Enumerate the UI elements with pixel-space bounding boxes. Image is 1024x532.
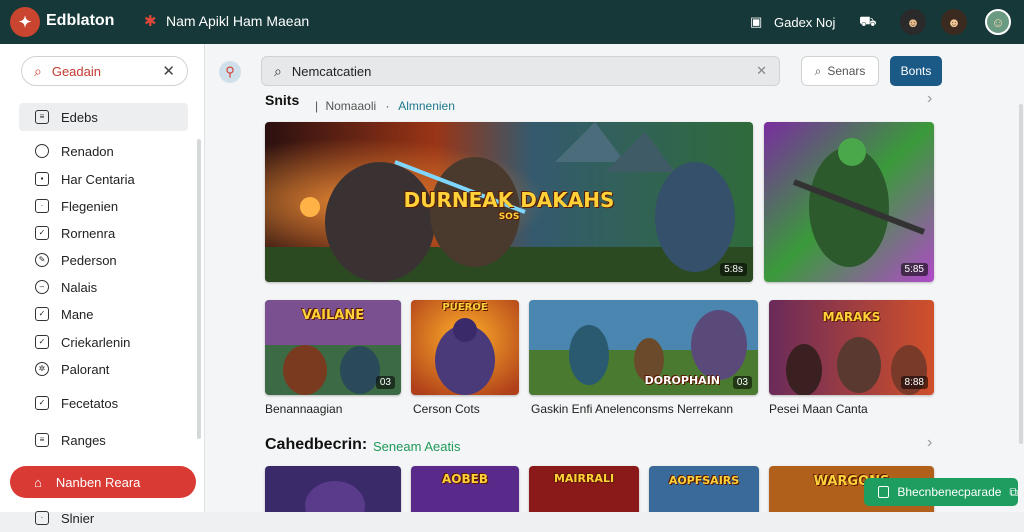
sidebar-item-7[interactable]: ✓ Mane [19, 300, 188, 328]
side-hero-card[interactable]: 5:85 [764, 122, 934, 282]
cart-icon[interactable]: ⛟ [859, 0, 877, 44]
user-avatar-2[interactable]: ☻ [941, 0, 967, 44]
main-header: ⚲ ⌕ Nemcatcatien ✕ ⌕ Senars Bonts [205, 44, 1024, 100]
duration-badge: 5:85 [900, 263, 928, 276]
sidebar-item-10[interactable]: ✓ Fecetatos [19, 389, 188, 417]
game-art-r2-0 [265, 466, 401, 512]
duration-badge: 03 [732, 376, 752, 389]
sidebar-scrollbar[interactable] [197, 139, 201, 439]
breadcrumb: | Nomaaoli · Almnenien [315, 99, 455, 113]
sidebar: ⌕ Geadain ✕ ≡ Edebs Renadon ▪ Har Centaria… [0, 44, 205, 526]
game-art-title: AOBEB [442, 472, 488, 486]
game-card-2[interactable]: DOROPHAIN 03 [529, 300, 758, 395]
chevron-right-icon[interactable]: › [927, 434, 932, 452]
sidebar-item-2[interactable]: ▪ Har Centaria [19, 165, 188, 193]
game-art-title: MARAKS [822, 310, 881, 324]
minus-icon: – [35, 280, 49, 294]
game-art-title: AOPFSAIRS [668, 474, 740, 487]
game-art-r2-3 [649, 466, 759, 512]
brand-logo-icon[interactable]: ✦ [10, 7, 40, 37]
sidebar-search-input[interactable]: ⌕ Geadain ✕ [21, 56, 188, 86]
section-link[interactable]: Seneam Aeatis [373, 439, 460, 454]
search-icon: ⌕ [814, 63, 822, 78]
side-hero-art [764, 122, 934, 282]
game-title[interactable]: Pesei Maan Canta [769, 402, 868, 416]
game-title[interactable]: Gaskin Enfi Anelenconsms Nerrekann [531, 402, 733, 416]
sidebar-item-1[interactable]: Renadon [19, 137, 188, 165]
sidebar-item-bottom[interactable]: · Slnier [19, 504, 188, 532]
close-icon[interactable]: ✕ [162, 62, 175, 80]
game-card-3[interactable]: MARAKS 8:88 [769, 300, 934, 395]
game-title[interactable]: Benannaagian [265, 402, 342, 416]
notify-icon[interactable]: ▣ [750, 0, 762, 44]
check-icon: ✓ [35, 396, 49, 410]
main-search-value[interactable]: Nemcatcatien [292, 64, 371, 79]
sidebar-item-8[interactable]: ✓ Criekarlenin [19, 328, 188, 356]
game-card-r2-1[interactable]: AOBEB [411, 466, 519, 512]
flame-icon: ✱ [144, 13, 157, 30]
game-title[interactable]: Cerson Cots [413, 402, 480, 416]
game-card-r2-3[interactable]: AOPFSAIRS [649, 466, 759, 512]
gear-icon: ✲ [35, 362, 49, 376]
section-title: Snits [265, 92, 300, 108]
game-card-r2-2[interactable]: MAIRRALI [529, 466, 639, 512]
chat-icon [35, 144, 49, 158]
check-icon: ✓ [35, 335, 49, 349]
square-icon: · [35, 199, 49, 213]
user-avatar-1[interactable]: ☻ [900, 0, 926, 44]
main-search-input[interactable]: ⌕ Nemcatcatien ✕ [261, 56, 780, 86]
secondary-search-button[interactable]: ⌕ Senars [801, 56, 879, 86]
toast-notification[interactable]: Bhecnbenecparade ⧉ [864, 478, 1018, 506]
game-art-title: VAILANE [301, 308, 365, 323]
clear-icon[interactable]: ✕ [756, 63, 767, 79]
gear-icon: · [35, 511, 49, 525]
magnifier-icon[interactable]: ⚲ [219, 61, 241, 83]
hero-art-title: DURNEAK DAKAHS [403, 188, 615, 212]
game-card-r2-0[interactable] [265, 466, 401, 512]
game-card-0[interactable]: VAILANE 03 [265, 300, 401, 395]
sidebar-item-5[interactable]: ✎ Pederson [19, 246, 188, 274]
tag-icon: ✓ [35, 307, 49, 321]
game-art-title: DOROPHAIN [644, 374, 720, 387]
sidebar-item-0[interactable]: ≡ Edebs [19, 103, 188, 131]
monitor-icon [878, 486, 890, 498]
search-icon: ⌕ [34, 62, 42, 79]
sidebar-item-6[interactable]: – Nalais [19, 273, 188, 301]
sidebar-item-11[interactable]: ≡ Ranges [19, 426, 188, 454]
list-icon: ≡ [35, 433, 49, 447]
hero-art-sub: SOS [498, 212, 520, 222]
main-content: ⚲ ⌕ Nemcatcatien ✕ ⌕ Senars Bonts Snits … [205, 44, 1024, 512]
duration-badge: 03 [375, 376, 395, 389]
sidebar-item-4[interactable]: ✓ Rornenra [19, 219, 188, 247]
main-scrollbar[interactable] [1019, 104, 1023, 444]
promo-button[interactable]: ⌂ Nanben Reara [10, 466, 196, 498]
game-art-title: PUEROE [442, 302, 488, 313]
search-icon: ⌕ [274, 62, 282, 79]
notify-label[interactable]: Gadex Noj [774, 0, 835, 44]
app-name[interactable]: Edblaton [46, 12, 114, 30]
duration-badge: 8:88 [900, 376, 928, 389]
duration-badge: 5:8s [720, 263, 747, 276]
game-art-1 [411, 300, 519, 395]
copy-icon[interactable]: ⧉ [1009, 485, 1018, 500]
profile-avatar[interactable]: ☺ [985, 0, 1011, 44]
crumb-b[interactable]: Almnenien [398, 99, 455, 113]
check-icon: ✓ [35, 226, 49, 240]
game-card-1[interactable]: PUEROE [411, 300, 519, 395]
top-bar: ✦ Edblaton ✱ Nam Apikl Ham Maean ▣ Gadex… [0, 0, 1024, 44]
section-title-2: Cahedbecrin: [265, 436, 368, 453]
app-subtitle: Nam Apikl Ham Maean [166, 13, 310, 29]
game-art-title: MAIRRALI [553, 472, 615, 485]
grid-icon: ≡ [35, 110, 49, 124]
sidebar-item-9[interactable]: ✲ Palorant [19, 355, 188, 383]
primary-button[interactable]: Bonts [890, 56, 942, 86]
grid-icon: ▪ [35, 172, 49, 186]
tag-icon: ⌂ [34, 474, 42, 490]
sidebar-search-value[interactable]: Geadain [52, 64, 101, 79]
sidebar-item-3[interactable]: · Flegenien [19, 192, 188, 220]
hero-card[interactable]: DURNEAK DAKAHS SOS 5:8s [265, 122, 753, 282]
chevron-right-icon[interactable]: › [927, 90, 932, 108]
pen-icon: ✎ [35, 253, 49, 267]
crumb-a[interactable]: Nomaaoli [325, 99, 376, 113]
